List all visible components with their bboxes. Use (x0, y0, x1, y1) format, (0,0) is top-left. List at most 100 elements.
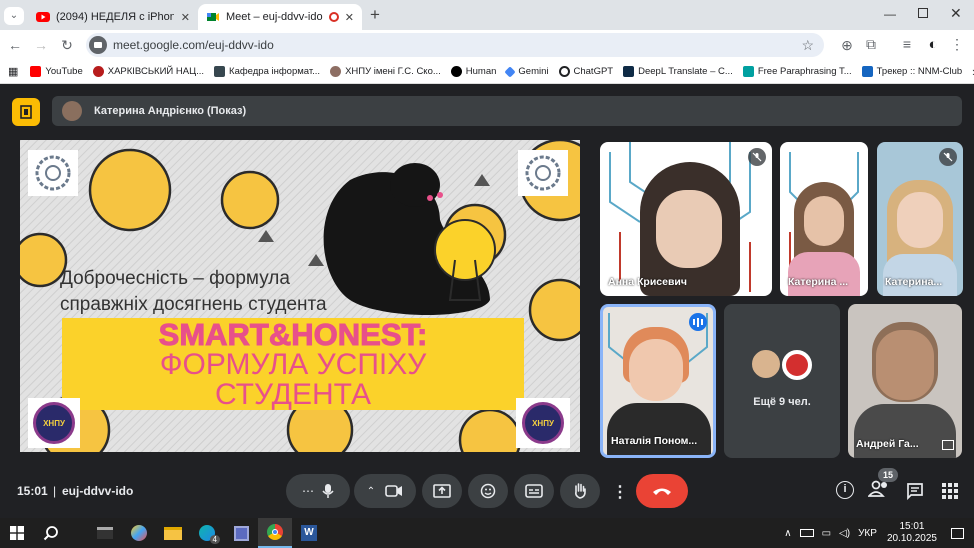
notifications-icon[interactable] (951, 527, 964, 539)
bookmark-star-icon[interactable]: ☆ (801, 37, 814, 54)
present-screen-icon (433, 484, 451, 498)
reload-icon[interactable]: ↻ (56, 37, 78, 54)
clock-date: 20.10.2025 (886, 533, 937, 544)
people-button[interactable] (867, 480, 892, 502)
crest-icon (92, 66, 104, 77)
bookmark-kafedra[interactable]: Кафедра інформат... (214, 66, 320, 77)
taskbar-explorer[interactable] (156, 518, 190, 548)
taskbar-save[interactable] (224, 518, 258, 548)
microphone-icon[interactable] (322, 483, 334, 499)
mic-off-icon (939, 148, 957, 166)
leave-call-button[interactable] (636, 474, 688, 508)
participant-tile-speaking[interactable]: Наталія Поном... (600, 304, 716, 458)
participant-tile[interactable]: Катерина... (877, 142, 963, 296)
taskbar-terminal[interactable] (88, 518, 122, 548)
bookmark-khnpu[interactable]: ХНПУ імені Г.С. Ско... (330, 66, 441, 77)
bookmark-label: Кафедра інформат... (229, 66, 321, 77)
tab-title: Meet – euj-ddvv-ido (226, 11, 323, 23)
participant-tile[interactable]: Андрей Га... (848, 304, 962, 458)
search-button[interactable] (34, 518, 68, 548)
document-icon (214, 66, 226, 77)
bookmark-chatgpt[interactable]: ChatGPT (558, 66, 614, 77)
taskbar-app[interactable] (122, 518, 156, 548)
bookmark-nnm[interactable]: Трекер :: NNM-Club (861, 66, 962, 77)
university-seal: ХНПУ (516, 398, 570, 448)
recording-icon (328, 12, 339, 22)
media-controls-icon[interactable]: ≡ (896, 36, 918, 52)
notification-badge: 4 (209, 535, 220, 544)
close-tab-icon[interactable]: ✕ (181, 11, 190, 24)
site-info-icon[interactable] (89, 36, 107, 54)
apps-grid-icon[interactable]: ▦ (8, 65, 18, 78)
raise-hand-button[interactable] (560, 474, 600, 508)
tab-meet[interactable]: Meet – euj-ddvv-ido ✕ (198, 4, 362, 30)
camera-icon[interactable] (385, 485, 403, 497)
chat-icon (907, 483, 923, 501)
bookmark-deepl[interactable]: DeepL Translate – С... (623, 66, 733, 77)
restore-icon[interactable] (918, 8, 928, 18)
bookmark-kharkiv[interactable]: ХАРКІВСЬКИЙ НАЦ... (92, 66, 205, 77)
bookmark-youtube[interactable]: YouTube (30, 66, 83, 77)
participant-name: Наталія Поном... (611, 435, 698, 447)
tab-search-icon[interactable]: ⌄ (4, 7, 24, 25)
taskbar-edge[interactable]: 4 (190, 518, 224, 548)
human-icon (450, 66, 462, 77)
meeting-info-icon[interactable]: i (836, 481, 854, 499)
bookmark-label: ХНПУ імені Г.С. Ско... (345, 66, 441, 77)
back-icon[interactable]: ← (4, 37, 26, 53)
forward-icon[interactable]: → (30, 37, 52, 53)
camera-control[interactable]: ⌃ (354, 474, 416, 508)
banner-line3: СТУДЕНТА (214, 378, 372, 411)
minimize-icon[interactable]: — (884, 7, 896, 21)
bookmark-label: ХАРКІВСЬКИЙ НАЦ... (107, 66, 205, 77)
battery-icon[interactable] (799, 529, 814, 537)
participant-name: Катерина... (885, 276, 943, 288)
profile-icon[interactable]: ◐ (922, 36, 944, 53)
university-seal: ХНПУ (28, 398, 80, 448)
meet-stage: Катерина Андрієнко (Показ) Доброчесність… (0, 84, 974, 518)
new-tab-button[interactable]: + (370, 5, 380, 25)
chevron-up-icon[interactable]: ∧ (784, 528, 791, 539)
search-icon (43, 526, 58, 541)
translate-icon[interactable]: ⊕ (836, 37, 858, 54)
participant-tile[interactable]: Анна Крисевич (600, 142, 772, 296)
tab-youtube[interactable]: (2094) НЕДЕЛЯ с iPhone 17: РЕ ✕ (28, 4, 198, 30)
start-button[interactable] (0, 518, 34, 548)
captions-button[interactable] (514, 474, 554, 508)
extensions-icon[interactable]: ⧉ (860, 36, 882, 53)
presenter-banner: Катерина Андрієнко (Показ) (52, 96, 962, 126)
participant-tile[interactable]: Катерина ... (780, 142, 868, 296)
network-icon[interactable]: ▭ (822, 528, 831, 539)
bookmarks-bar: ▦ YouTube ХАРКІВСЬКИЙ НАЦ... Кафедра інф… (0, 60, 974, 84)
bookmark-label: Gemini (518, 66, 549, 77)
close-window-icon[interactable]: ✕ (950, 5, 962, 22)
windows-icon (10, 526, 24, 540)
activities-button[interactable] (942, 483, 958, 499)
chat-button[interactable] (906, 482, 924, 505)
bookmark-human[interactable]: Human (450, 66, 496, 77)
more-options-icon[interactable]: ⋮ (612, 482, 628, 502)
banner-line2: ФОРМУЛА УСПІХУ (159, 348, 427, 381)
system-tray: ∧ ▭ ◁) УКР 15:01 20.10.2025 (784, 521, 974, 545)
present-button[interactable] (422, 474, 462, 508)
presentation-icon[interactable] (12, 98, 40, 126)
more-options-icon[interactable]: ⋯ (302, 484, 314, 498)
bookmark-gemini[interactable]: Gemini (504, 65, 549, 78)
mic-control[interactable]: ⋯ (286, 474, 350, 508)
close-tab-icon[interactable]: ✕ (345, 11, 354, 24)
language-indicator[interactable]: УКР (858, 528, 877, 539)
picture-in-picture-icon[interactable] (942, 440, 954, 450)
taskbar-chrome[interactable] (258, 518, 292, 548)
address-bar[interactable]: meet.google.com/euj-ddvv-ido ☆ (86, 33, 824, 57)
chevron-up-icon[interactable]: ⌃ (367, 486, 375, 497)
menu-icon[interactable]: ⋮ (946, 36, 968, 53)
meeting-divider: | (53, 484, 57, 498)
volume-icon[interactable]: ◁) (839, 528, 850, 539)
bookmark-paraphrasing[interactable]: Free Paraphrasing T... (742, 66, 852, 77)
terminal-icon (97, 527, 113, 539)
bookmark-label: ChatGPT (573, 66, 614, 77)
more-participants-tile[interactable]: Ещё 9 чел. (724, 304, 840, 458)
reactions-button[interactable] (468, 474, 508, 508)
clock[interactable]: 15:01 20.10.2025 (887, 521, 937, 545)
taskbar-word[interactable]: W (292, 518, 326, 548)
